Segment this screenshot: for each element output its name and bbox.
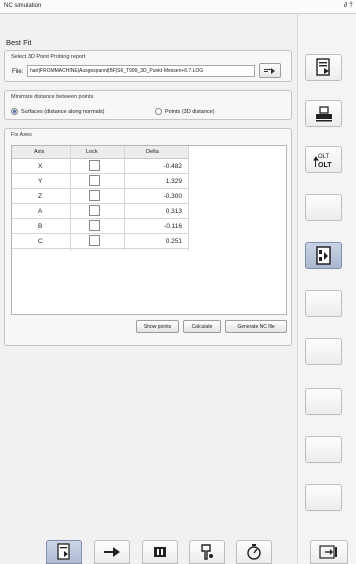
delta-cell: -0.482 bbox=[163, 163, 182, 170]
svg-text:OLT: OLT bbox=[318, 162, 332, 169]
radio-surfaces[interactable]: Surfaces (distance along normals) bbox=[11, 108, 104, 115]
probe-icon bbox=[315, 105, 332, 121]
radio-dot bbox=[11, 108, 18, 115]
browse-button[interactable] bbox=[259, 63, 281, 78]
delta-cell: 1.329 bbox=[165, 178, 182, 185]
page-title: Best Fit bbox=[6, 38, 32, 47]
lock-checkbox[interactable] bbox=[89, 190, 100, 201]
calculate-button[interactable]: Calculate bbox=[183, 320, 221, 333]
radio-surfaces-label: Surfaces (distance along normals) bbox=[21, 108, 105, 115]
table-row[interactable]: C 0.251 bbox=[12, 234, 188, 249]
lock-checkbox[interactable] bbox=[89, 220, 100, 231]
delta-cell: 0.313 bbox=[165, 208, 182, 215]
side-button-8[interactable] bbox=[305, 388, 342, 415]
main-panel: Best Fit Select 3D Point Probing report … bbox=[0, 14, 298, 564]
table-row[interactable]: A 0.313 bbox=[12, 204, 188, 219]
ok-icon: OLT OLT bbox=[312, 154, 332, 169]
best-fit-button[interactable] bbox=[305, 242, 342, 269]
generate-nc-button[interactable]: Generate NC file bbox=[225, 320, 287, 333]
axis-cell: A bbox=[38, 208, 43, 215]
tab-machine[interactable] bbox=[142, 540, 178, 564]
report-button[interactable] bbox=[305, 54, 342, 81]
axis-cell: Y bbox=[38, 178, 43, 185]
fix-axes-group: Fix Axes Axis Lock Delta X -0.482 Y 1.32… bbox=[4, 128, 292, 346]
browse-icon bbox=[264, 67, 275, 74]
window-title: NC simulation bbox=[4, 3, 42, 9]
lock-checkbox[interactable] bbox=[89, 205, 100, 216]
radio-points[interactable]: Points (3D distance) bbox=[155, 108, 215, 115]
side-button-6[interactable] bbox=[305, 290, 342, 317]
title-bar: NC simulation ∂ † bbox=[0, 0, 356, 14]
delta-cell: -0.116 bbox=[164, 223, 182, 230]
exit-icon bbox=[319, 545, 337, 559]
show-points-button[interactable]: Show points bbox=[136, 320, 179, 333]
col-lock: Lock bbox=[86, 149, 98, 155]
fix-axes-legend: Fix Axes bbox=[11, 132, 32, 138]
probe-button[interactable] bbox=[305, 100, 342, 127]
gauge-icon bbox=[247, 544, 261, 560]
report-icon bbox=[315, 57, 330, 76]
axes-table: Axis Lock Delta X -0.482 Y 1.329 Z -0.30… bbox=[11, 145, 287, 315]
side-button-4[interactable] bbox=[305, 194, 342, 221]
side-button-7[interactable] bbox=[305, 338, 342, 365]
best-fit-icon bbox=[315, 245, 331, 265]
column-divider bbox=[188, 146, 189, 251]
minimize-legend: Minimize distance between points bbox=[11, 94, 94, 100]
table-row[interactable]: Y 1.329 bbox=[12, 174, 188, 189]
report-legend: Select 3D Point Probing report bbox=[11, 54, 86, 60]
table-row[interactable]: X -0.482 bbox=[12, 159, 188, 174]
axis-cell: Z bbox=[38, 193, 42, 200]
radio-points-label: Points (3D distance) bbox=[165, 108, 215, 115]
table-row[interactable]: B -0.116 bbox=[12, 219, 188, 234]
side-button-9[interactable] bbox=[305, 436, 342, 463]
probe-tool-icon bbox=[201, 544, 213, 560]
axis-cell: B bbox=[38, 223, 43, 230]
ok-button[interactable]: OLT OLT bbox=[305, 146, 342, 173]
radio-dot bbox=[155, 108, 162, 115]
minimize-group: Minimize distance between points Surface… bbox=[4, 90, 292, 120]
delta-cell: -0.300 bbox=[163, 193, 182, 200]
col-delta: Delta bbox=[146, 149, 159, 155]
window-controls[interactable]: ∂ † bbox=[344, 2, 353, 9]
side-button-10[interactable] bbox=[305, 484, 342, 511]
file-label: File: bbox=[12, 69, 24, 75]
tab-transfer[interactable] bbox=[94, 540, 130, 564]
tab-probe-tool[interactable] bbox=[189, 540, 225, 564]
delta-cell: 0.251 bbox=[165, 238, 182, 245]
arrow-right-icon bbox=[104, 547, 120, 557]
report-icon bbox=[57, 543, 70, 560]
table-row[interactable]: Z -0.300 bbox=[12, 189, 188, 204]
lock-checkbox[interactable] bbox=[89, 235, 100, 246]
report-group: Select 3D Point Probing report File: har… bbox=[4, 50, 292, 82]
tab-report[interactable] bbox=[46, 540, 82, 564]
lock-checkbox[interactable] bbox=[89, 160, 100, 171]
tab-measure[interactable] bbox=[236, 540, 272, 564]
side-toolbar: OLT OLT bbox=[299, 14, 356, 564]
svg-text:OLT: OLT bbox=[318, 154, 330, 160]
axis-cell: X bbox=[38, 163, 43, 170]
axis-cell: C bbox=[38, 238, 43, 245]
table-header: Axis Lock Delta bbox=[12, 146, 188, 159]
tab-exit[interactable] bbox=[310, 540, 348, 564]
machine-icon bbox=[154, 547, 166, 557]
lock-checkbox[interactable] bbox=[89, 175, 100, 186]
file-path-field[interactable]: hart|FROMMACHINE|Ausgespannt|BF|S6_T999_… bbox=[27, 65, 255, 77]
col-axis: Axis bbox=[34, 149, 45, 155]
